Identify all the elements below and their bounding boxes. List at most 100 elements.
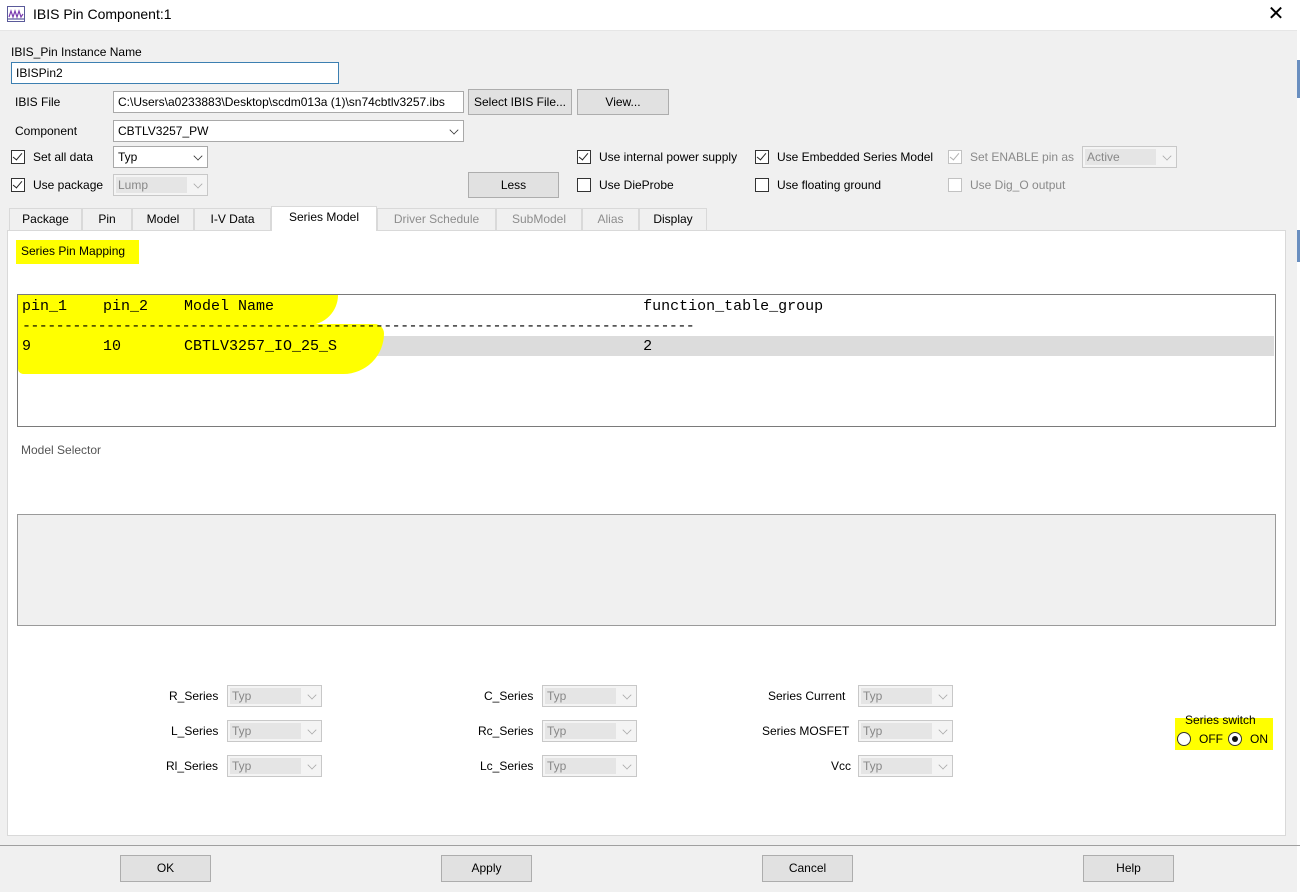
title-bar [0, 0, 1300, 31]
use-floating-ground-label: Use floating ground [777, 178, 882, 192]
chevron-down-icon [938, 760, 948, 770]
set-all-data-checkbox[interactable] [11, 150, 25, 164]
lc-series-value: Typ [547, 759, 567, 773]
tab-pin[interactable]: Pin [82, 208, 132, 230]
model-selector-list[interactable] [17, 514, 1276, 626]
table-header: pin_1 pin_2 Model Name function_table_gr… [22, 298, 824, 315]
series-switch-on-radio[interactable] [1228, 732, 1242, 746]
series-mosfet-label: Series MOSFET [762, 724, 850, 738]
rl-series-label: Rl_Series [166, 759, 219, 773]
series-mosfet-select[interactable]: Typ [858, 720, 953, 742]
tab-submodel[interactable]: SubModel [496, 208, 582, 230]
use-dieprobe-label: Use DieProbe [599, 178, 674, 192]
series-switch-on-label: ON [1250, 732, 1268, 746]
use-embedded-series-model-checkbox[interactable] [755, 150, 769, 164]
table-row[interactable]: 9 10 CBTLV3257_IO_25_S 2 [22, 338, 652, 355]
series-switch-off-label: OFF [1199, 732, 1223, 746]
rl-series-select[interactable]: Typ [227, 755, 322, 777]
set-enable-pin-value: Active [1087, 150, 1120, 164]
instance-name-input[interactable]: IBISPin2 [11, 62, 339, 84]
r-series-label: R_Series [169, 689, 219, 703]
lc-series-select[interactable]: Typ [542, 755, 637, 777]
view-button[interactable]: View... [577, 89, 669, 115]
rc-series-value: Typ [547, 724, 567, 738]
chevron-down-icon [622, 760, 632, 770]
apply-button[interactable]: Apply [441, 855, 532, 882]
vcc-value: Typ [863, 759, 883, 773]
chevron-down-icon [193, 179, 203, 189]
series-current-label: Series Current [768, 689, 846, 703]
tab-package[interactable]: Package [9, 208, 82, 230]
lc-series-label: Lc_Series [480, 759, 534, 773]
series-switch-off-radio[interactable] [1177, 732, 1191, 746]
instance-name-label: IBIS_Pin Instance Name [11, 45, 142, 59]
use-package-value: Lump [118, 178, 149, 192]
set-all-data-value: Typ [118, 150, 138, 164]
chevron-down-icon [307, 690, 317, 700]
c-series-select[interactable]: Typ [542, 685, 637, 707]
table-separator: ----------------------------------------… [22, 318, 695, 335]
chevron-down-icon [622, 690, 632, 700]
use-dig-o-output-label: Use Dig_O output [970, 178, 1066, 192]
series-switch-label: Series switch [1185, 713, 1256, 727]
model-selector-label: Model Selector [21, 443, 102, 457]
r-series-select[interactable]: Typ [227, 685, 322, 707]
tab-series-model[interactable]: Series Model [271, 206, 377, 231]
use-package-label: Use package [33, 178, 104, 192]
use-embedded-series-model-label: Use Embedded Series Model [777, 150, 934, 164]
component-value: CBTLV3257_PW [118, 124, 209, 138]
ibis-file-input[interactable]: C:\Users\a0233883\Desktop\scdm013a (1)\s… [113, 91, 464, 113]
set-enable-pin-select[interactable]: Active [1082, 146, 1177, 168]
use-dig-o-output-checkbox[interactable] [948, 178, 962, 192]
l-series-select[interactable]: Typ [227, 720, 322, 742]
r-series-value: Typ [232, 689, 252, 703]
tab-iv-data[interactable]: I-V Data [194, 208, 271, 230]
series-current-value: Typ [863, 689, 883, 703]
vcc-select[interactable]: Typ [858, 755, 953, 777]
less-button[interactable]: Less [468, 172, 559, 198]
tab-model[interactable]: Model [132, 208, 194, 230]
component-select[interactable]: CBTLV3257_PW [113, 120, 464, 142]
tab-display[interactable]: Display [639, 208, 707, 230]
rc-series-label: Rc_Series [478, 724, 534, 738]
component-label: Component [15, 124, 78, 138]
ok-button[interactable]: OK [120, 855, 211, 882]
chevron-down-icon [307, 760, 317, 770]
rc-series-select[interactable]: Typ [542, 720, 637, 742]
chevron-down-icon [938, 725, 948, 735]
app-icon [7, 6, 25, 22]
chevron-down-icon [193, 151, 203, 161]
chevron-down-icon [1162, 151, 1172, 161]
rl-series-value: Typ [232, 759, 252, 773]
footer-separator [0, 845, 1300, 846]
l-series-label: L_Series [171, 724, 219, 738]
use-package-checkbox[interactable] [11, 178, 25, 192]
cancel-button[interactable]: Cancel [762, 855, 853, 882]
series-current-select[interactable]: Typ [858, 685, 953, 707]
set-enable-pin-label: Set ENABLE pin as [970, 150, 1075, 164]
use-floating-ground-checkbox[interactable] [755, 178, 769, 192]
window-title: IBIS Pin Component:1 [33, 6, 172, 22]
chevron-down-icon [449, 125, 459, 135]
use-package-select[interactable]: Lump [113, 174, 208, 196]
l-series-value: Typ [232, 724, 252, 738]
help-button[interactable]: Help [1083, 855, 1174, 882]
use-internal-power-supply-label: Use internal power supply [599, 150, 738, 164]
set-enable-pin-checkbox[interactable] [948, 150, 962, 164]
tab-alias[interactable]: Alias [582, 208, 639, 230]
use-internal-power-supply-checkbox[interactable] [577, 150, 591, 164]
select-ibis-file-button[interactable]: Select IBIS File... [468, 89, 572, 115]
c-series-label: C_Series [484, 689, 534, 703]
series-pin-mapping-label: Series Pin Mapping [16, 240, 140, 264]
chevron-down-icon [307, 725, 317, 735]
use-dieprobe-checkbox[interactable] [577, 178, 591, 192]
vcc-label: Vcc [831, 759, 852, 773]
chevron-down-icon [622, 725, 632, 735]
close-icon[interactable]: ✕ [1258, 0, 1294, 28]
set-all-data-label: Set all data [33, 150, 94, 164]
ibis-file-label: IBIS File [15, 95, 61, 109]
set-all-data-select[interactable]: Typ [113, 146, 208, 168]
tab-driver-schedule[interactable]: Driver Schedule [377, 208, 496, 230]
series-mosfet-value: Typ [863, 724, 883, 738]
chevron-down-icon [938, 690, 948, 700]
